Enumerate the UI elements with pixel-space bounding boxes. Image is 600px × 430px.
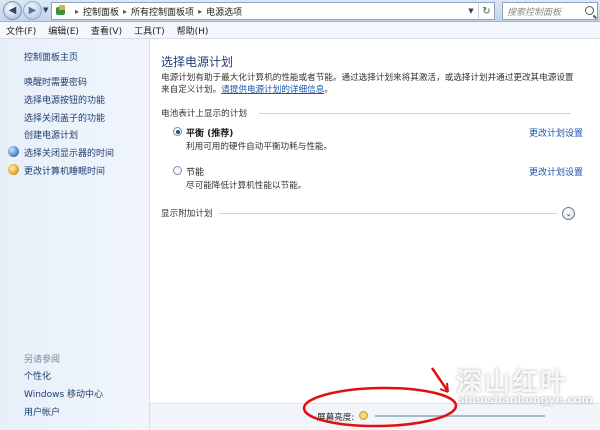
search-input[interactable]: 搜索控制面板 xyxy=(502,2,598,20)
address-field[interactable]: ▸ 控制面板 ▸ 所有控制面板项 ▸ 电源选项 ▼ ↻ xyxy=(51,2,495,20)
control-panel-icon xyxy=(55,5,67,17)
brightness-slider[interactable] xyxy=(375,415,545,417)
menu-file[interactable]: 文件(F) xyxy=(6,24,36,37)
watermark-url: shenshanhongye.com xyxy=(458,393,593,406)
plan-power-saver-description: 尽可能降低计算机性能以节能。 xyxy=(186,181,307,191)
plan-balanced-description: 利用可用的硬件自动平衡功耗与性能。 xyxy=(186,142,333,152)
breadcrumb-separator-icon[interactable]: ▸ xyxy=(75,7,79,16)
sidebar-task-links: 唤醒时需要密码 选择电源按钮的功能 选择关闭盖子的功能 创建电源计划 选择关闭显… xyxy=(8,75,115,182)
section-divider xyxy=(259,113,571,114)
back-button[interactable]: ◀ xyxy=(3,1,22,20)
sidebar: 控制面板主页 唤醒时需要密码 选择电源按钮的功能 选择关闭盖子的功能 创建电源计… xyxy=(0,39,150,430)
menu-bar: 文件(F) 编辑(E) 查看(V) 工具(T) 帮助(H) xyxy=(0,22,600,39)
refresh-icon[interactable]: ↻ xyxy=(478,3,494,19)
see-also-links: 个性化 Windows 移动中心 用户帐户 xyxy=(24,369,103,423)
plan-balanced-name[interactable]: 平衡 (推荐) xyxy=(186,126,233,139)
breadcrumb-separator-icon[interactable]: ▸ xyxy=(198,7,202,16)
page-title: 选择电源计划 xyxy=(161,55,234,69)
expand-chevron-icon[interactable]: ⌄ xyxy=(562,207,575,220)
back-arrow-icon: ◀ xyxy=(8,4,17,16)
sidebar-item-require-password[interactable]: 唤醒时需要密码 xyxy=(24,75,114,93)
breadcrumb-control-panel[interactable]: 控制面板 xyxy=(83,5,119,18)
brightness-label: 屏幕亮度: xyxy=(317,413,355,423)
recent-pages-dropdown[interactable]: ▼ xyxy=(43,6,48,14)
sleep-icon xyxy=(8,163,19,175)
status-bar: 屏幕亮度: xyxy=(150,403,600,430)
brightness-sun-icon xyxy=(359,411,368,420)
menu-view[interactable]: 查看(V) xyxy=(91,24,122,37)
forward-button[interactable]: ▶ xyxy=(23,1,42,20)
battery-meter-plans-heading: 电池表计上显示的计划 xyxy=(161,109,247,119)
section-divider xyxy=(219,213,557,214)
show-additional-plans-label[interactable]: 显示附加计划 xyxy=(161,207,213,219)
sidebar-item-mobility-center[interactable]: Windows 移动中心 xyxy=(24,387,103,405)
address-dropdown-icon[interactable]: ▼ xyxy=(464,3,478,19)
sidebar-control-panel-home[interactable]: 控制面板主页 xyxy=(24,50,78,63)
breadcrumb-separator-icon[interactable]: ▸ xyxy=(123,7,127,16)
see-also-heading: 另请参阅 xyxy=(24,355,61,365)
plan-balanced-radio[interactable] xyxy=(173,127,182,136)
search-icon[interactable] xyxy=(585,6,594,15)
forward-arrow-icon: ▶ xyxy=(28,4,37,16)
display-icon xyxy=(8,146,19,158)
plan-balanced-settings-link[interactable]: 更改计划设置 xyxy=(529,126,583,139)
sidebar-item-label: 更改计算机睡眠时间 xyxy=(24,166,106,177)
plan-balanced[interactable]: 平衡 (推荐) 利用可用的硬件自动平衡功耗与性能。 更改计划设置 xyxy=(173,126,583,156)
sidebar-item-label: 选择关闭显示器的时间 xyxy=(24,149,115,160)
breadcrumb-all-items[interactable]: 所有控制面板项 xyxy=(131,5,194,18)
plan-details-link[interactable]: 请提供电源计划的详细信息 xyxy=(221,85,324,95)
breadcrumb-power-options[interactable]: 电源选项 xyxy=(206,5,242,18)
search-placeholder: 搜索控制面板 xyxy=(507,7,562,18)
page-description: 电源计划有助于最大化计算机的性能或者节能。通过选择计划来将其激活，或选择计划并通… xyxy=(161,72,591,96)
sidebar-item-display-off[interactable]: 选择关闭显示器的时间 xyxy=(8,146,115,164)
description-suffix: 。 xyxy=(324,85,333,95)
sidebar-item-user-accounts[interactable]: 用户帐户 xyxy=(24,405,103,423)
menu-tools[interactable]: 工具(T) xyxy=(134,24,165,37)
sidebar-item-personalization[interactable]: 个性化 xyxy=(24,369,103,387)
sidebar-item-create-plan[interactable]: 创建电源计划 xyxy=(24,128,114,146)
description-prefix: 来自定义计划。 xyxy=(161,85,222,95)
sidebar-item-power-buttons[interactable]: 选择电源按钮的功能 xyxy=(24,93,114,111)
sidebar-item-sleep-time[interactable]: 更改计算机睡眠时间 xyxy=(8,163,114,182)
description-line-2: 来自定义计划。请提供电源计划的详细信息。 xyxy=(161,84,591,96)
menu-edit[interactable]: 编辑(E) xyxy=(48,24,79,37)
address-bar: ◀ ▶ ▼ ▸ 控制面板 ▸ 所有控制面板项 ▸ 电源选项 ▼ ↻ 搜索控制面板 xyxy=(0,0,600,22)
plan-power-saver-name[interactable]: 节能 xyxy=(186,165,204,178)
sidebar-item-lid-close[interactable]: 选择关闭盖子的功能 xyxy=(24,111,114,129)
plan-power-saver-radio[interactable] xyxy=(173,166,182,175)
plan-power-saver[interactable]: 节能 尽可能降低计算机性能以节能。 更改计划设置 xyxy=(173,165,583,195)
plan-power-saver-settings-link[interactable]: 更改计划设置 xyxy=(529,165,583,178)
description-line-1: 电源计划有助于最大化计算机的性能或者节能。通过选择计划来将其激活，或选择计划并通… xyxy=(161,73,574,83)
menu-help[interactable]: 帮助(H) xyxy=(177,24,209,37)
